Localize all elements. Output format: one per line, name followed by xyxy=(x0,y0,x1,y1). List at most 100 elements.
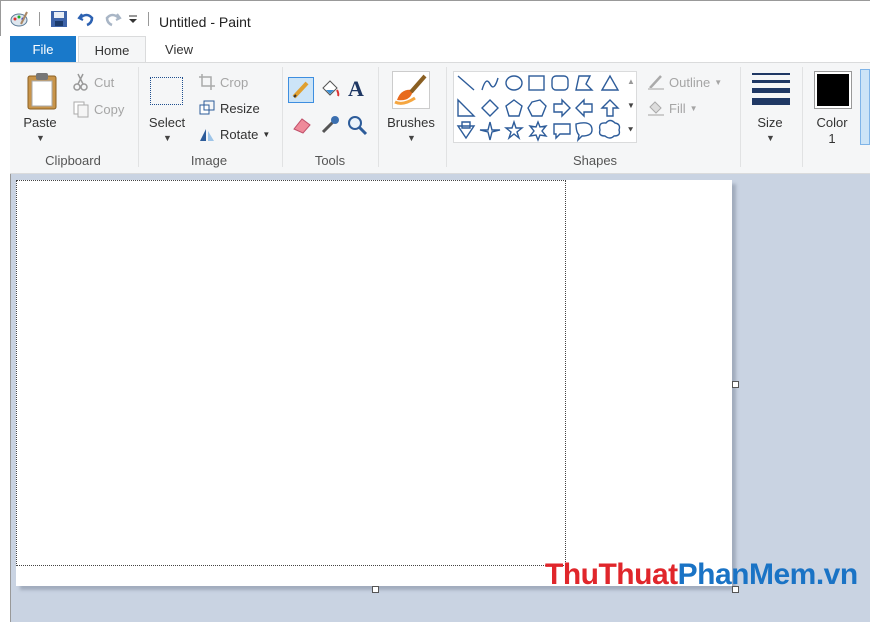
group-separator xyxy=(282,67,283,167)
window-title: Untitled - Paint xyxy=(159,14,251,30)
pentagon-shape-icon xyxy=(505,99,523,117)
clipboard-icon xyxy=(26,72,58,113)
color-picker-icon[interactable] xyxy=(319,114,341,139)
rounded-rectangle-shape-icon xyxy=(551,75,569,91)
pencil-icon xyxy=(292,81,309,99)
save-icon[interactable] xyxy=(50,9,68,29)
select-dropdown-arrow[interactable]: ▼ xyxy=(163,133,172,143)
oval-callout-shape-icon xyxy=(575,122,593,143)
copy-icon xyxy=(72,100,90,118)
tab-home[interactable]: Home xyxy=(78,36,146,63)
fill-bucket-icon[interactable] xyxy=(319,78,343,105)
undo-icon[interactable] xyxy=(77,9,95,29)
brushes-dropdown-arrow[interactable]: ▼ xyxy=(407,133,416,143)
outline-button[interactable]: Outline ▼ xyxy=(647,72,722,92)
size-dropdown-arrow[interactable]: ▼ xyxy=(766,133,775,143)
fill-label: Fill xyxy=(669,100,686,116)
crop-label: Crop xyxy=(220,74,249,90)
paste-label: Paste xyxy=(23,115,57,130)
outline-label: Outline xyxy=(669,74,711,90)
rectangular-callout-shape-icon xyxy=(553,123,571,140)
six-point-star-shape-icon xyxy=(528,120,548,142)
shapes-scrollbar[interactable]: ▲ ▼ ⯆ xyxy=(624,71,638,143)
color1-swatch xyxy=(814,71,852,109)
ribbon-tabs: File Home View xyxy=(0,36,870,63)
selection-rectangle[interactable] xyxy=(16,180,566,566)
redo-icon[interactable] xyxy=(104,9,122,29)
oval-shape-icon xyxy=(505,75,523,91)
five-point-star-shape-icon xyxy=(504,119,524,141)
left-arrow-shape-icon xyxy=(575,98,593,118)
rotate-button[interactable]: Rotate ▼ xyxy=(198,124,270,144)
group-separator xyxy=(378,67,379,167)
group-separator xyxy=(138,67,139,167)
resize-icon xyxy=(198,99,216,117)
color1-label: Color xyxy=(816,115,848,130)
text-tool-icon[interactable]: A xyxy=(348,76,364,102)
toolbar-separator xyxy=(39,12,40,26)
down-arrow-shape-icon xyxy=(456,121,476,140)
crop-button[interactable]: Crop xyxy=(198,72,248,92)
brushes-button[interactable]: Brushes ▼ xyxy=(384,69,438,147)
outline-pencil-icon xyxy=(647,73,665,91)
watermark-part-domain: .vn xyxy=(815,558,858,591)
color1-number: 1 xyxy=(828,131,836,146)
up-arrow-shape-icon xyxy=(600,99,620,117)
tab-view[interactable]: View xyxy=(150,36,208,63)
size-button[interactable]: Size ▼ xyxy=(746,69,794,147)
resize-button[interactable]: Resize xyxy=(198,98,260,118)
curve-shape-icon xyxy=(481,77,499,91)
watermark-part-blue: PhanMem xyxy=(677,558,817,591)
select-button[interactable]: Select ▼ xyxy=(146,69,188,147)
toolbar-separator xyxy=(148,12,149,26)
color1-button[interactable]: Color 1 xyxy=(808,69,856,149)
customize-toolbar-icon[interactable] xyxy=(128,9,138,29)
group-separator xyxy=(446,67,447,167)
fill-bucket-small-icon xyxy=(647,99,665,117)
canvas-resize-handle-right[interactable] xyxy=(732,381,739,388)
line-shape-icon xyxy=(457,75,475,91)
image-group-label: Image xyxy=(190,153,228,168)
paste-button[interactable]: Paste ▼ xyxy=(18,69,62,147)
magnifier-icon[interactable] xyxy=(346,114,368,139)
hexagon-shape-icon xyxy=(527,99,547,117)
group-separator xyxy=(740,67,741,167)
rotate-dropdown-arrow[interactable]: ▼ xyxy=(262,130,270,139)
pencil-tool-button[interactable] xyxy=(288,77,314,103)
shapes-gallery[interactable] xyxy=(453,71,637,143)
triangle-shape-icon xyxy=(600,74,620,91)
rotate-label: Rotate xyxy=(220,126,259,142)
cut-label: Cut xyxy=(94,74,115,90)
crop-icon xyxy=(198,73,216,91)
title-bar: Untitled - Paint xyxy=(0,0,870,36)
canvas-resize-handle-bottom[interactable] xyxy=(372,586,379,593)
cloud-callout-shape-icon xyxy=(598,119,621,139)
rotate-icon xyxy=(198,125,216,143)
copy-button[interactable]: Copy xyxy=(72,99,124,119)
brush-icon xyxy=(392,71,430,109)
select-label: Select xyxy=(148,115,186,130)
ribbon: Paste ▼ Cut Copy Clipboard Select ▼ Crop… xyxy=(10,62,870,174)
fill-button[interactable]: Fill ▼ xyxy=(647,98,698,118)
expand-gallery-icon[interactable]: ⯆ xyxy=(627,125,634,136)
watermark-logo: ThuThuatPhanMem.vn xyxy=(545,558,858,592)
fill-dropdown-arrow[interactable]: ▼ xyxy=(690,104,698,113)
color2-button-partial[interactable] xyxy=(860,69,870,145)
paint-app-icon[interactable] xyxy=(9,9,29,29)
tab-file[interactable]: File xyxy=(10,36,76,63)
rectangle-shape-icon xyxy=(528,75,545,91)
scroll-down-icon[interactable]: ▼ xyxy=(627,101,635,110)
diamond-shape-icon xyxy=(481,99,499,117)
scroll-up-icon[interactable]: ▲ xyxy=(627,77,635,86)
paste-dropdown-arrow[interactable]: ▼ xyxy=(36,133,45,143)
polygon-shape-icon xyxy=(575,75,594,91)
clipboard-group-label: Clipboard xyxy=(45,153,101,168)
right-triangle-shape-icon xyxy=(457,98,476,117)
eraser-icon[interactable] xyxy=(291,115,313,138)
copy-label: Copy xyxy=(94,101,125,117)
cut-button[interactable]: Cut xyxy=(72,72,114,92)
outline-dropdown-arrow[interactable]: ▼ xyxy=(714,78,722,87)
watermark-part-red: ThuThuat xyxy=(545,558,678,591)
four-point-star-shape-icon xyxy=(479,121,501,141)
shapes-group-label: Shapes xyxy=(572,153,618,168)
